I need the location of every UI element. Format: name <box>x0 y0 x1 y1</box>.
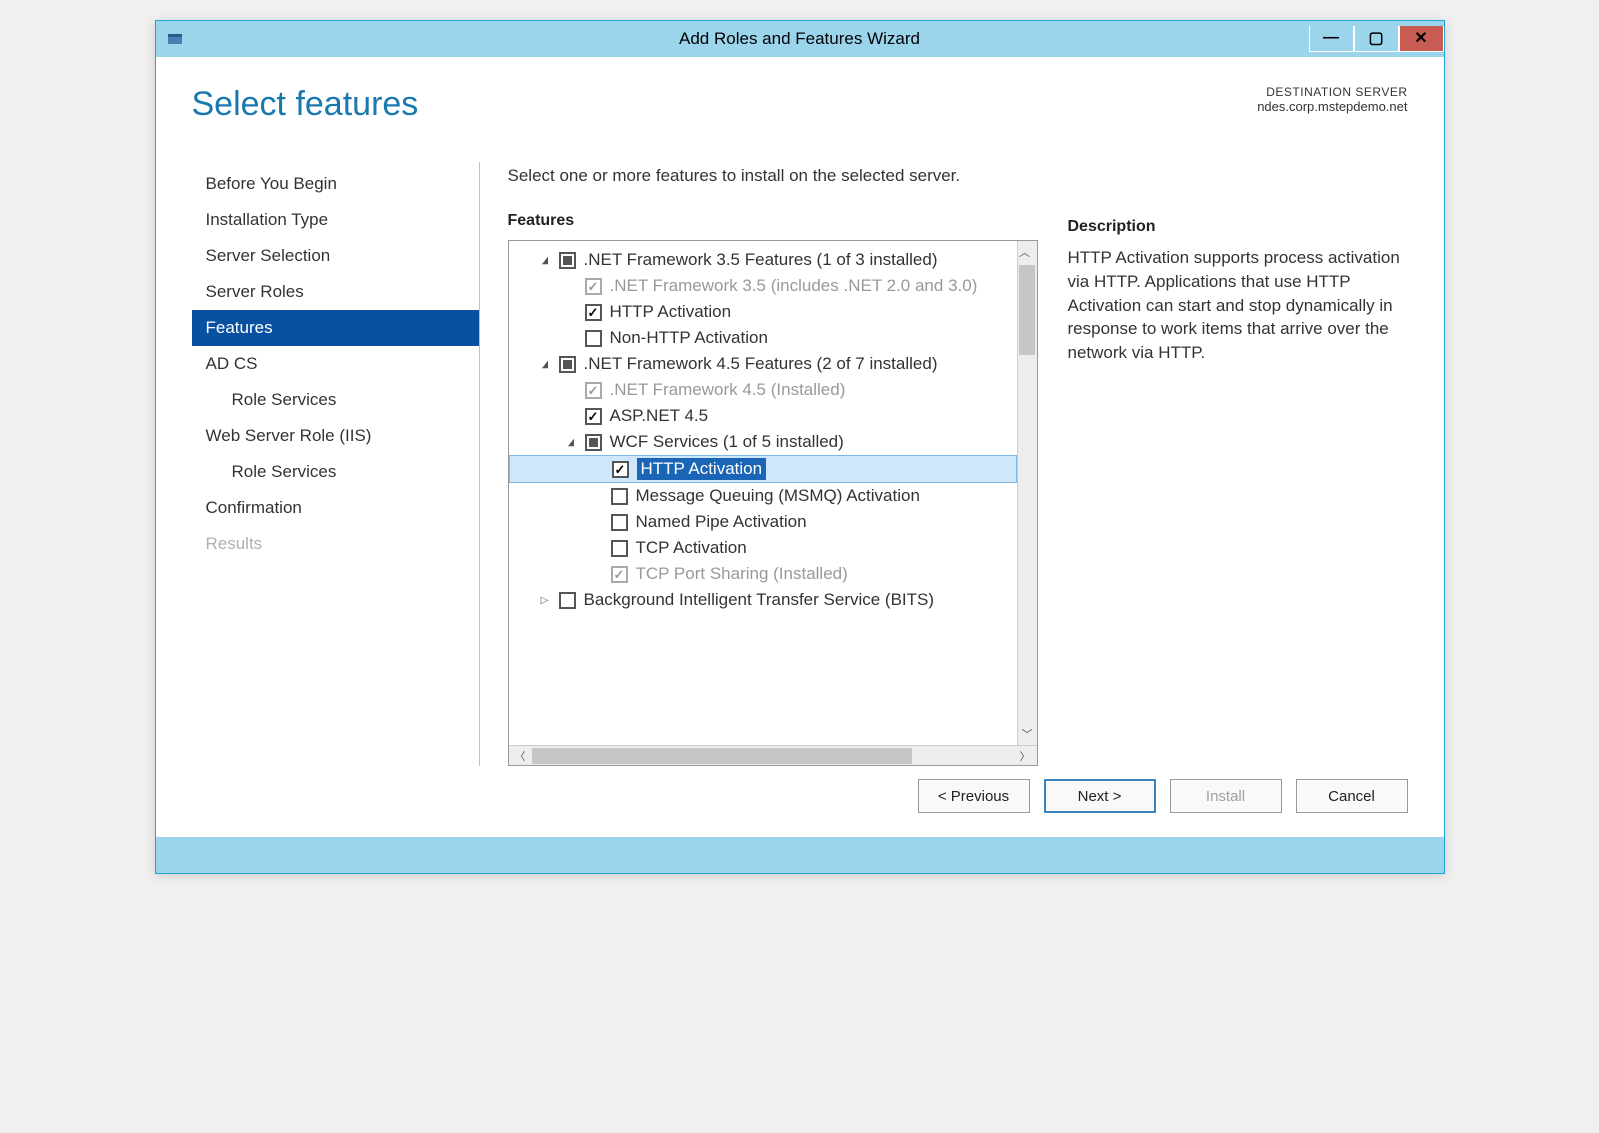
description-text: HTTP Activation supports process activat… <box>1068 246 1408 365</box>
feature-checkbox[interactable] <box>611 514 628 531</box>
feature-label: TCP Activation <box>636 538 747 558</box>
window-border-bottom <box>156 837 1444 873</box>
horizontal-scrollbar[interactable]: 〈 〉 <box>509 745 1037 765</box>
feature-label: .NET Framework 4.5 Features (2 of 7 inst… <box>584 354 938 374</box>
nav-item-results: Results <box>192 526 479 562</box>
wizard-buttons: < Previous Next > Install Cancel <box>918 779 1408 813</box>
feature-node[interactable]: ◢ .NET Framework 4.5 Features (2 of 7 ins… <box>509 351 1017 377</box>
feature-checkbox[interactable] <box>559 356 576 373</box>
window-title: Add Roles and Features Wizard <box>156 29 1444 49</box>
feature-label: WCF Services (1 of 5 installed) <box>610 432 844 452</box>
next-button[interactable]: Next > <box>1044 779 1156 813</box>
feature-checkbox[interactable] <box>585 304 602 321</box>
destination-server-block: DESTINATION SERVER ndes.corp.mstepdemo.n… <box>1257 85 1407 114</box>
nav-item-features[interactable]: Features <box>192 310 479 346</box>
collapse-icon[interactable]: ◢ <box>540 255 550 266</box>
feature-node[interactable]: ◢ WCF Services (1 of 5 installed) <box>509 429 1017 455</box>
page-title: Select features <box>192 85 419 124</box>
nav-item-role-services[interactable]: Role Services <box>192 454 479 490</box>
feature-checkbox <box>585 278 602 295</box>
feature-checkbox[interactable] <box>559 252 576 269</box>
feature-node[interactable]: ASP.NET 4.5 <box>509 403 1017 429</box>
feature-node[interactable]: TCP Port Sharing (Installed) <box>509 561 1017 587</box>
feature-checkbox[interactable] <box>559 592 576 609</box>
feature-checkbox[interactable] <box>611 540 628 557</box>
feature-node[interactable]: Non-HTTP Activation <box>509 325 1017 351</box>
scroll-thumb-h[interactable] <box>532 748 912 764</box>
feature-node[interactable]: Message Queuing (MSMQ) Activation <box>509 483 1017 509</box>
feature-label: HTTP Activation <box>637 458 767 480</box>
app-icon <box>166 29 186 49</box>
feature-checkbox[interactable] <box>611 488 628 505</box>
nav-item-role-services[interactable]: Role Services <box>192 382 479 418</box>
feature-node[interactable]: TCP Activation <box>509 535 1017 561</box>
feature-checkbox <box>585 382 602 399</box>
nav-item-before-you-begin[interactable]: Before You Begin <box>192 166 479 202</box>
description-heading: Description <box>1068 218 1408 236</box>
scroll-up-icon[interactable]: ︿ <box>1019 241 1035 263</box>
features-heading: Features <box>508 212 1038 230</box>
nav-item-ad-cs[interactable]: AD CS <box>192 346 479 382</box>
feature-label: Named Pipe Activation <box>636 512 807 532</box>
feature-label: .NET Framework 3.5 Features (1 of 3 inst… <box>584 250 938 270</box>
nav-item-installation-type[interactable]: Installation Type <box>192 202 479 238</box>
feature-label: .NET Framework 4.5 (Installed) <box>610 380 846 400</box>
wizard-window: Add Roles and Features Wizard — ▢ ✕ Sele… <box>155 20 1445 874</box>
scroll-thumb-v[interactable] <box>1019 265 1035 355</box>
feature-checkbox[interactable] <box>585 408 602 425</box>
feature-label: HTTP Activation <box>610 302 732 322</box>
feature-node[interactable]: Named Pipe Activation <box>509 509 1017 535</box>
feature-label: ASP.NET 4.5 <box>610 406 709 426</box>
feature-node[interactable]: HTTP Activation <box>509 299 1017 325</box>
vertical-scrollbar[interactable]: ︿ ﹀ <box>1017 241 1037 745</box>
previous-button[interactable]: < Previous <box>918 779 1030 813</box>
feature-node[interactable]: ▷ Background Intelligent Transfer Service… <box>509 587 1017 613</box>
page-body: Select features DESTINATION SERVER ndes.… <box>156 57 1444 837</box>
feature-checkbox <box>611 566 628 583</box>
nav-item-server-roles[interactable]: Server Roles <box>192 274 479 310</box>
feature-label: Message Queuing (MSMQ) Activation <box>636 486 920 506</box>
collapse-icon[interactable]: ◢ <box>566 437 576 448</box>
feature-label: .NET Framework 3.5 (includes .NET 2.0 an… <box>610 276 978 296</box>
window-controls: — ▢ ✕ <box>1309 27 1444 52</box>
feature-checkbox[interactable] <box>585 434 602 451</box>
instruction-text: Select one or more features to install o… <box>508 166 1038 186</box>
scroll-left-icon[interactable]: 〈 <box>509 748 532 764</box>
close-button[interactable]: ✕ <box>1399 26 1444 52</box>
feature-checkbox[interactable] <box>585 330 602 347</box>
feature-node[interactable]: HTTP Activation <box>509 455 1017 483</box>
feature-label: TCP Port Sharing (Installed) <box>636 564 848 584</box>
feature-node[interactable]: .NET Framework 4.5 (Installed) <box>509 377 1017 403</box>
scroll-down-icon[interactable]: ﹀ <box>1022 723 1033 745</box>
feature-checkbox[interactable] <box>612 461 629 478</box>
destination-server-name: ndes.corp.mstepdemo.net <box>1257 99 1407 114</box>
feature-label: Background Intelligent Transfer Service … <box>584 590 935 610</box>
minimize-button[interactable]: — <box>1309 26 1354 52</box>
wizard-nav: Before You BeginInstallation TypeServer … <box>192 162 480 766</box>
nav-item-confirmation[interactable]: Confirmation <box>192 490 479 526</box>
cancel-button[interactable]: Cancel <box>1296 779 1408 813</box>
collapse-icon[interactable]: ◢ <box>540 359 550 370</box>
features-tree: ◢ .NET Framework 3.5 Features (1 of 3 ins… <box>508 240 1038 766</box>
destination-server-label: DESTINATION SERVER <box>1257 85 1407 99</box>
nav-item-web-server-role-iis-[interactable]: Web Server Role (IIS) <box>192 418 479 454</box>
expand-icon[interactable]: ▷ <box>539 595 551 606</box>
titlebar: Add Roles and Features Wizard — ▢ ✕ <box>156 21 1444 57</box>
maximize-button[interactable]: ▢ <box>1354 26 1399 52</box>
nav-item-server-selection[interactable]: Server Selection <box>192 238 479 274</box>
feature-label: Non-HTTP Activation <box>610 328 768 348</box>
feature-node[interactable]: .NET Framework 3.5 (includes .NET 2.0 an… <box>509 273 1017 299</box>
feature-node[interactable]: ◢ .NET Framework 3.5 Features (1 of 3 ins… <box>509 247 1017 273</box>
install-button: Install <box>1170 779 1282 813</box>
scroll-right-icon[interactable]: 〉 <box>1014 748 1037 764</box>
